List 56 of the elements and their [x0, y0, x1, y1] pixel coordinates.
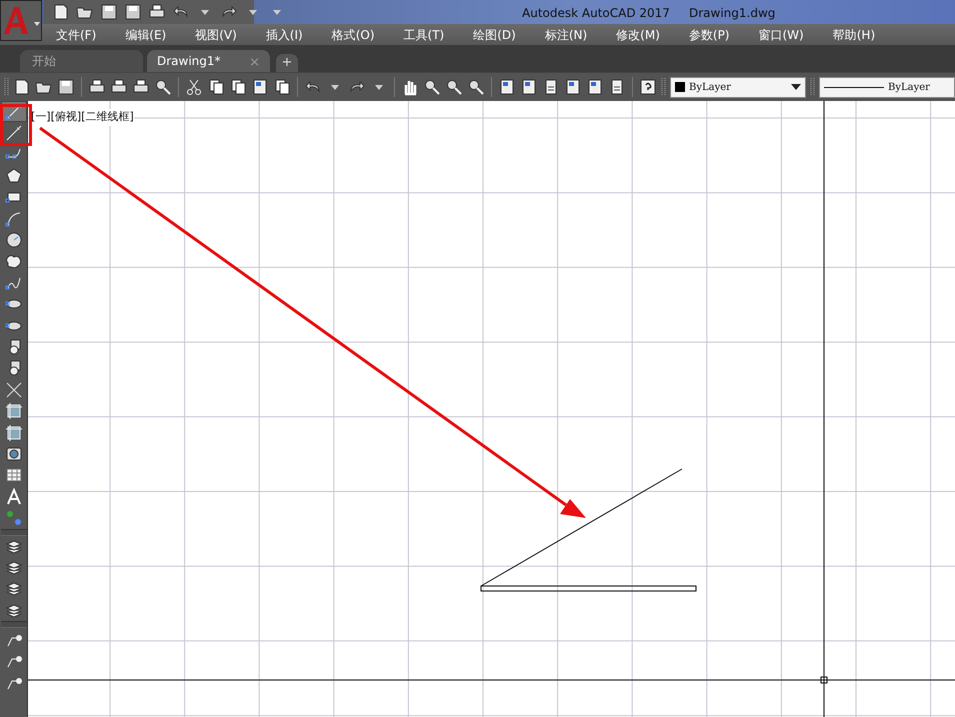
dropdown-value: ByLayer	[888, 80, 930, 94]
menu-item[interactable]: 工具(T)	[396, 26, 452, 44]
save-as-icon[interactable]	[124, 3, 142, 21]
menu-item[interactable]: 帮助(H)	[824, 26, 884, 44]
caret-icon	[791, 84, 801, 90]
window-title: Autodesk AutoCAD 2017 Drawing1.dwg	[522, 5, 776, 22]
menu-item[interactable]: 绘图(D)	[465, 26, 524, 44]
hatch-icon	[4, 424, 22, 442]
hatch-icon	[4, 402, 22, 420]
cross-icon	[4, 380, 22, 399]
highlight-frame	[0, 104, 32, 146]
menu-item[interactable]: 插入(I)	[258, 26, 311, 44]
menu-item[interactable]: 参数(P)	[680, 26, 738, 44]
help-icon[interactable]	[639, 78, 657, 96]
menu-item[interactable]: 编辑(E)	[117, 26, 174, 44]
menu-item[interactable]: 修改(M)	[608, 26, 668, 44]
properties-icon[interactable]	[498, 78, 516, 96]
ray-line-icon	[4, 124, 22, 142]
file-tab[interactable]: Drawing1* ×	[147, 50, 270, 72]
toolbar-grip[interactable]	[0, 528, 26, 536]
dots-icon	[4, 509, 22, 528]
save-icon[interactable]	[57, 78, 75, 96]
menu-item[interactable]: 文件(F)	[48, 26, 104, 44]
grip-icon	[810, 78, 815, 96]
new-file-icon[interactable]	[13, 78, 31, 96]
application-menu-button[interactable]	[0, 0, 42, 41]
circle-icon	[4, 231, 22, 250]
new-file-icon[interactable]	[52, 3, 70, 21]
grip-icon	[661, 78, 666, 96]
zoom-previous-icon[interactable]	[467, 78, 485, 96]
menu-item[interactable]: 视图(V)	[187, 26, 245, 44]
new-tab-button[interactable]: +	[276, 54, 298, 72]
zoom-window-icon[interactable]	[445, 78, 463, 96]
cloud-shape-icon	[4, 252, 22, 270]
region-icon	[4, 444, 22, 463]
scissors-icon[interactable]	[185, 78, 203, 96]
copy-icon[interactable]	[207, 78, 225, 96]
menu-item[interactable]: 格式(O)	[324, 26, 383, 44]
letter-a-icon	[4, 488, 22, 506]
linetype-dropdown[interactable]: ByLayer	[819, 76, 955, 98]
paste-icon[interactable]	[229, 78, 247, 96]
zoom-icon[interactable]	[423, 78, 441, 96]
color-swatch-icon	[675, 82, 685, 92]
save-icon[interactable]	[100, 3, 118, 21]
file-tab[interactable]: 开始	[20, 50, 143, 72]
table-icon	[4, 466, 22, 484]
dropdown-value: ByLayer	[689, 80, 732, 94]
arc-icon	[4, 210, 22, 228]
menu-item[interactable]: 窗口(W)	[750, 26, 812, 44]
toolbar-grip[interactable]	[0, 621, 26, 628]
pentagon-icon	[4, 166, 22, 185]
menu-item[interactable]: 标注(N)	[536, 26, 596, 44]
color-dropdown[interactable]: ByLayer	[670, 76, 806, 98]
viewport-label[interactable]: [一][俯视][二维线框]	[31, 109, 134, 126]
grip-icon	[4, 78, 9, 96]
line-sample-icon	[824, 86, 884, 88]
